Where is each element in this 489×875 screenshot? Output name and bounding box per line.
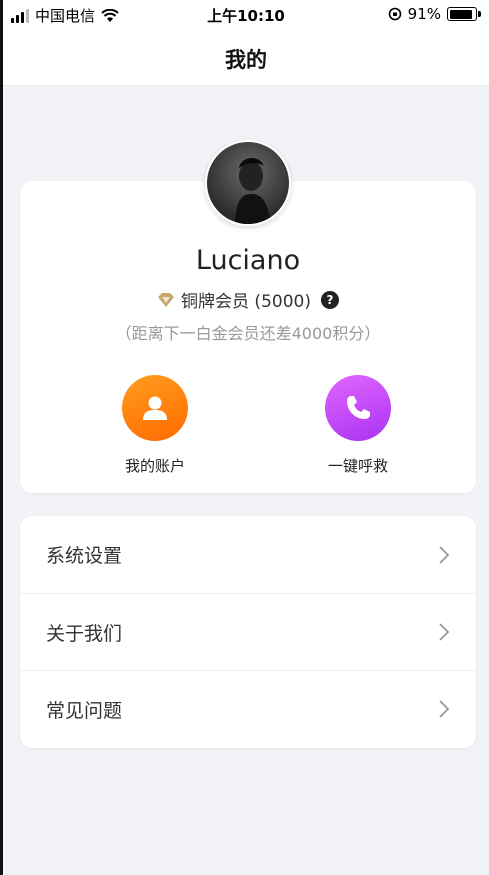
phone-icon: [325, 375, 391, 441]
left-edge: [0, 0, 3, 875]
chevron-right-icon: [439, 545, 450, 564]
status-bar: 中国电信 上午10:10 91%: [3, 0, 489, 30]
help-icon[interactable]: ?: [320, 290, 339, 309]
battery-percent: 91%: [407, 5, 441, 23]
emergency-call-button[interactable]: 一键呼救: [298, 375, 418, 476]
chevron-right-icon: [439, 700, 450, 718]
member-level-row: 铜牌会员 (5000) ?: [20, 287, 476, 312]
top-bar: 中国电信 上午10:10 91% 我的: [3, 0, 489, 86]
orientation-lock-icon: [388, 7, 401, 21]
status-right: 91%: [388, 5, 481, 23]
menu-item-faq[interactable]: 常见问题: [20, 670, 476, 747]
person-icon: [122, 375, 188, 441]
points-note: （距离下一白金会员还差4000积分）: [115, 324, 381, 343]
menu-item-label: 关于我们: [46, 622, 123, 645]
menu-item-label: 常见问题: [46, 699, 123, 722]
chevron-right-icon: [439, 623, 450, 641]
diamond-icon: [158, 292, 175, 307]
menu-item-label: 系统设置: [46, 545, 123, 567]
menu-item-system-settings[interactable]: 系统设置: [20, 516, 476, 593]
member-level: 铜牌会员 (5000): [181, 292, 311, 312]
avatar[interactable]: [205, 140, 291, 226]
emergency-call-label: 一键呼救: [327, 457, 388, 475]
my-account-button[interactable]: 我的账户: [95, 375, 215, 476]
menu-item-about-us[interactable]: 关于我们: [20, 593, 476, 670]
menu-card: 系统设置 关于我们 常见问题: [20, 516, 476, 748]
username: Luciano: [195, 245, 301, 276]
page-title: 我的: [225, 48, 267, 72]
my-account-label: 我的账户: [124, 457, 185, 475]
battery-icon: [447, 7, 481, 21]
